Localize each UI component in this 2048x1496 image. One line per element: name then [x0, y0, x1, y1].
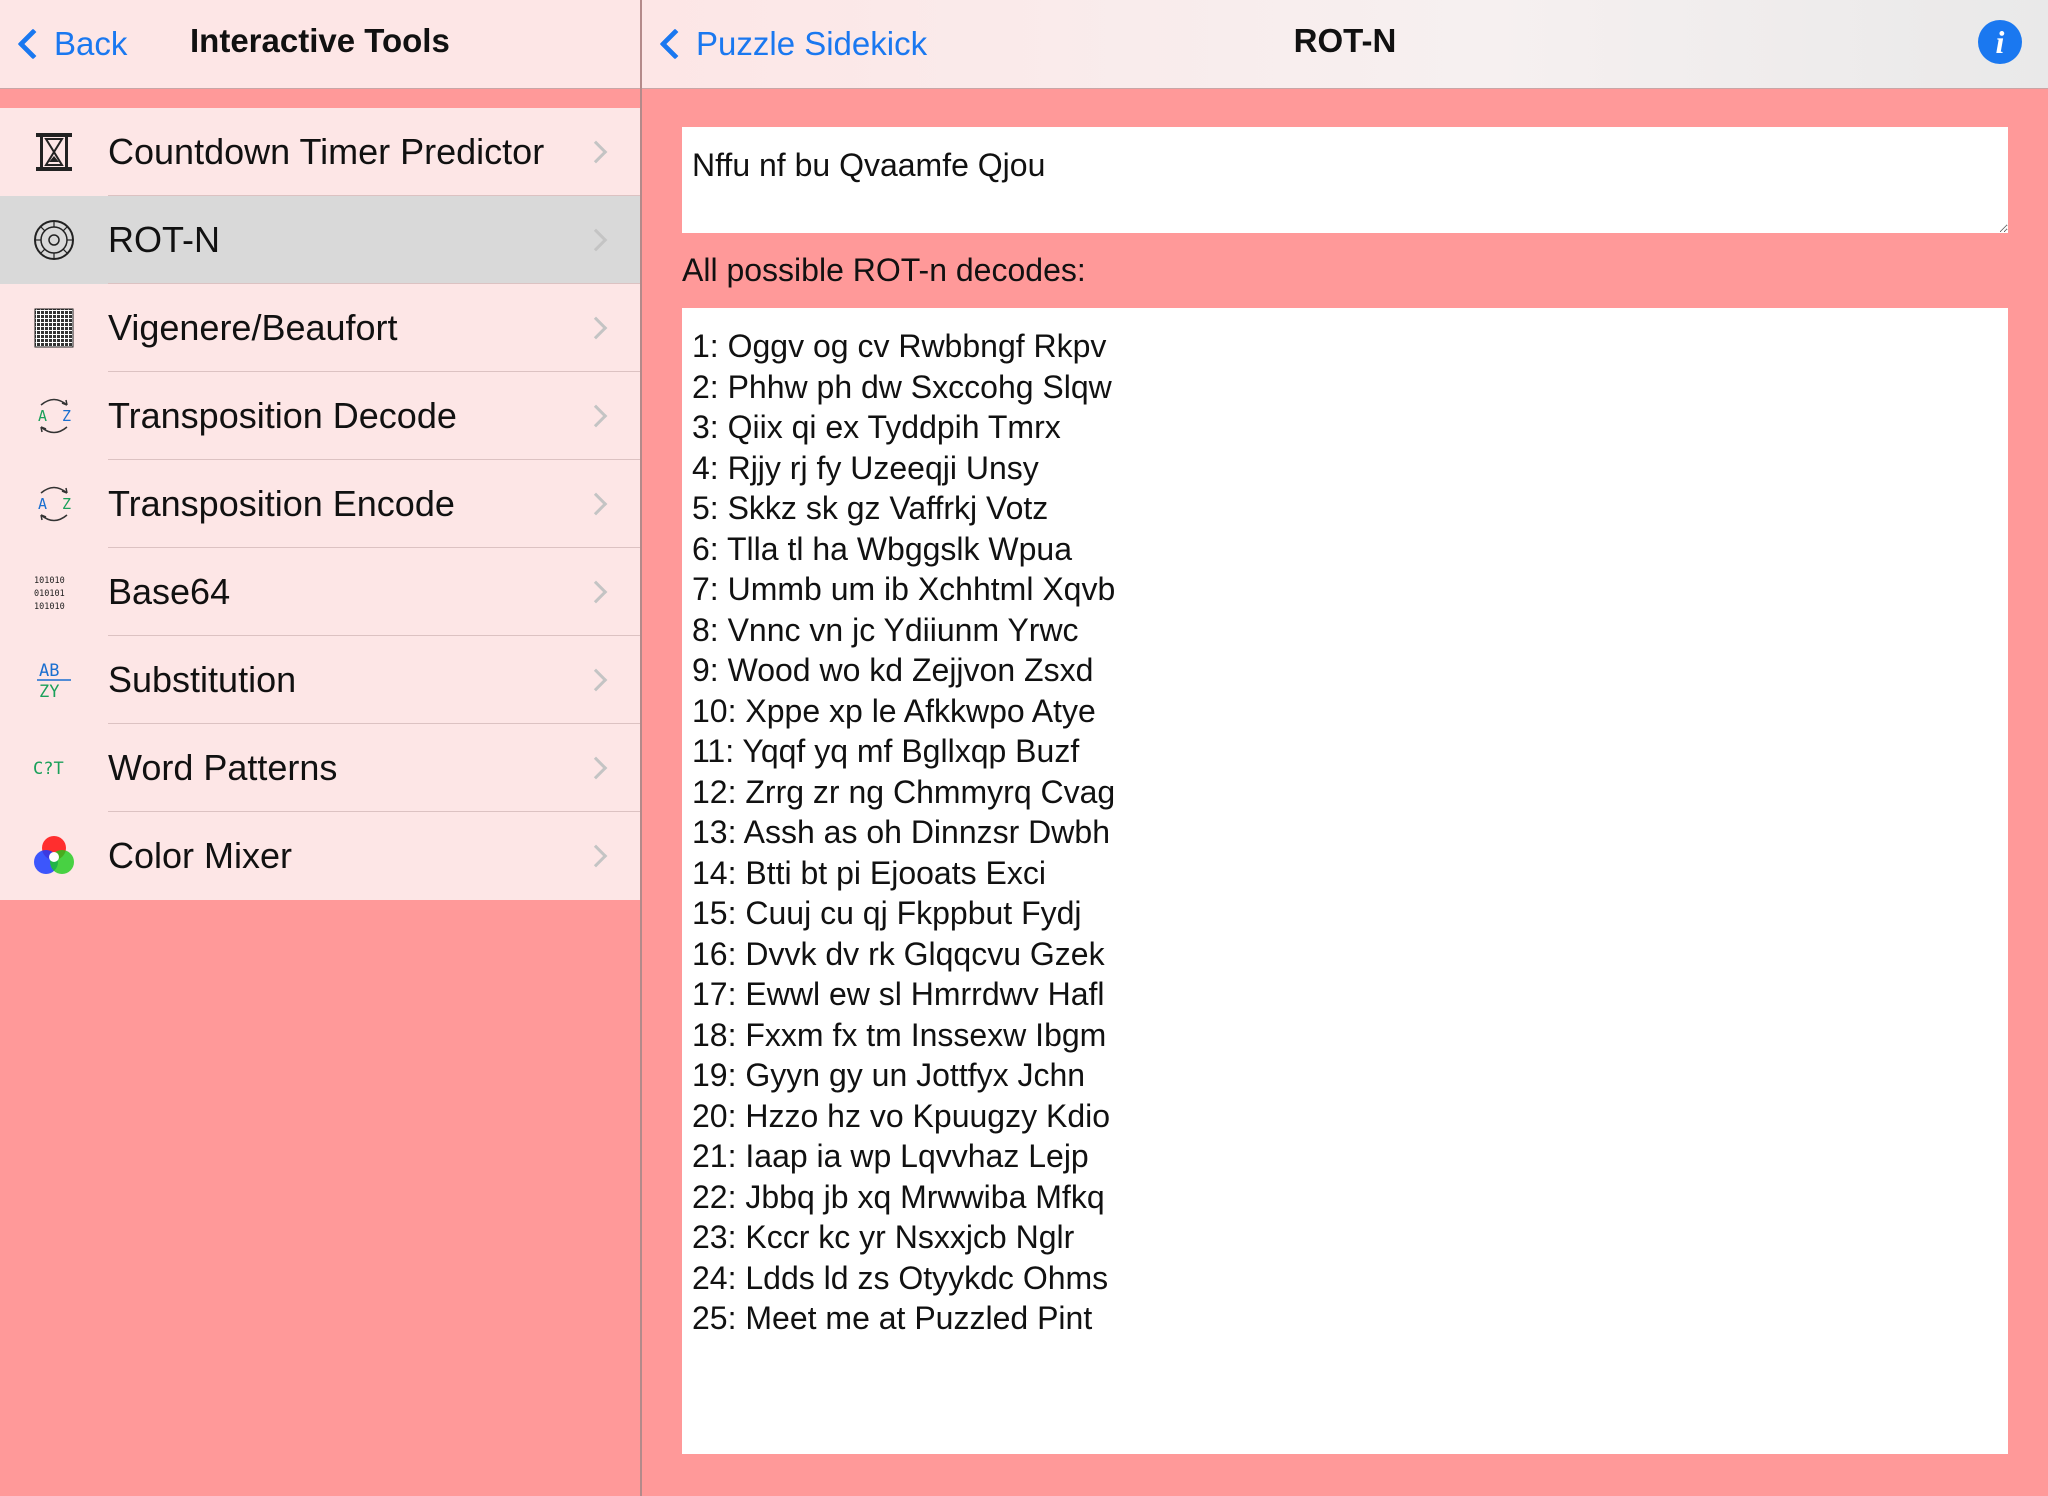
- result-line: 3: Qiix qi ex Tyddpih Tmrx: [692, 409, 1061, 445]
- page-title: ROT-N: [1293, 22, 1397, 59]
- back-button[interactable]: Back: [14, 20, 127, 68]
- chevron-right-icon: [584, 404, 608, 428]
- result-line: 13: Assh as oh Dinnzsr Dwbh: [692, 814, 1110, 850]
- result-line: 16: Dvvk dv rk Glqqcvu Gzek: [692, 935, 1105, 972]
- results-label: All possible ROT-n decodes:: [682, 252, 1086, 288]
- result-line: 14: Btti bt pi Ejooats Exci: [692, 854, 1046, 891]
- result-line: 18: Fxxm fx tm Inssexw Ibgm: [692, 1016, 1107, 1053]
- svg-text:ZY: ZY: [39, 682, 59, 702]
- chevron-right-icon: [584, 844, 608, 868]
- binary-icon: 101010 010101 101010: [30, 568, 78, 616]
- hourglass-icon: [30, 128, 78, 176]
- chevron-right-icon: [584, 316, 608, 340]
- back-button-label: Back: [54, 25, 128, 62]
- list-item-transposition-encode[interactable]: A Z Transposition Encode: [0, 460, 640, 548]
- svg-text:AB: AB: [39, 661, 59, 681]
- list-item-label: Countdown Timer Predictor: [108, 131, 545, 172]
- chevron-left-icon: [17, 28, 49, 60]
- substitution-icon: AB ZY: [30, 656, 78, 704]
- result-line: 20: Hzzo hz vo Kpuugzy Kdio: [692, 1097, 1111, 1134]
- result-line: 22: Jbbq jb xq Mrwwiba Mfkq: [692, 1178, 1105, 1215]
- list-item-countdown-timer-predictor[interactable]: Countdown Timer Predictor: [0, 108, 640, 196]
- result-line: 1: Oggv og cv Rwbbngf Rkpv: [692, 328, 1107, 364]
- list-item-label: Word Patterns: [108, 747, 338, 788]
- list-item-base64[interactable]: 101010 010101 101010 Base64: [0, 548, 640, 636]
- chevron-right-icon: [584, 492, 608, 516]
- result-line: 17: Ewwl ew sl Hmrrdwv Hafl: [692, 976, 1105, 1012]
- swap-az-icon: A Z: [30, 480, 78, 528]
- svg-text:A: A: [38, 495, 47, 513]
- dial-icon: [30, 216, 78, 264]
- results-text-area[interactable]: 1: Oggv og cv Rwbbngf Rkpv 2: Phhw ph dw…: [682, 308, 2008, 1454]
- list-item-label: Vigenere/Beaufort: [108, 307, 398, 348]
- result-line: 23: Kccr kc yr Nsxxjcb Nglr: [692, 1219, 1075, 1255]
- color-wheel-icon: [30, 832, 78, 880]
- tools-list: Countdown Timer Predictor ROT-N Vigenere…: [0, 108, 640, 900]
- list-item-label: Base64: [108, 571, 231, 612]
- svg-text:C?T: C?T: [33, 759, 64, 779]
- chevron-right-icon: [584, 580, 608, 604]
- grid-icon: [30, 304, 78, 352]
- svg-text:010101: 010101: [34, 589, 65, 599]
- detail-pane: Puzzle Sidekick ROT-N i Nffu nf bu Qvaam…: [642, 0, 2048, 1496]
- list-item-label: Transposition Encode: [108, 483, 455, 524]
- svg-text:101010: 101010: [34, 602, 65, 612]
- svg-text:Z: Z: [62, 407, 71, 425]
- list-item-label: Substitution: [108, 659, 297, 700]
- word-pattern-icon: C?T: [30, 744, 78, 792]
- list-item-word-patterns[interactable]: C?T Word Patterns: [0, 724, 640, 812]
- svg-text:101010: 101010: [34, 576, 65, 586]
- chevron-right-icon: [584, 140, 608, 164]
- list-item-transposition-decode[interactable]: A Z Transposition Decode: [0, 372, 640, 460]
- result-line: 4: Rjjy rj fy Uzeeqji Unsy: [692, 449, 1039, 486]
- result-line: 19: Gyyn gy un Jottfyx Jchn: [692, 1057, 1086, 1093]
- result-line: 24: Ldds ld zs Otyykdc Ohms: [692, 1259, 1109, 1296]
- result-line: 11: Yqqf yq mf Bgllxqp Buzf: [692, 733, 1080, 769]
- list-item-substitution[interactable]: AB ZY Substitution: [0, 636, 640, 724]
- master-pane: Back Interactive Tools Countdown Timer P…: [0, 0, 640, 1496]
- result-line: 7: Ummb um ib Xchhtml Xqvb: [692, 571, 1116, 607]
- chevron-right-icon: [584, 228, 608, 252]
- result-line: 5: Skkz sk gz Vaffrkj Votz: [692, 490, 1049, 526]
- swap-az-icon: A Z: [30, 392, 78, 440]
- list-item-label: ROT-N: [108, 219, 220, 260]
- chevron-right-icon: [584, 756, 608, 780]
- svg-text:Z: Z: [62, 495, 71, 513]
- result-line: 9: Wood wo kd Zejjvon Zsxd: [692, 652, 1094, 688]
- result-line: 25: Meet me at Puzzled Pint: [692, 1300, 1093, 1336]
- result-line: 8: Vnnc vn jc Ydiiunm Yrwc: [692, 611, 1079, 648]
- result-line: 2: Phhw ph dw Sxccohg Slqw: [692, 368, 1112, 405]
- master-title: Interactive Tools: [190, 22, 450, 59]
- svg-text:A: A: [38, 407, 47, 425]
- info-icon[interactable]: i: [1978, 20, 2022, 64]
- list-item-label: Color Mixer: [108, 835, 293, 876]
- result-line: 21: Iaap ia wp Lqvvhaz Lejp: [692, 1138, 1089, 1174]
- list-item-vigenere-beaufort[interactable]: Vigenere/Beaufort: [0, 284, 640, 372]
- ciphertext-input[interactable]: Nffu nf bu Qvaamfe Qjou: [682, 127, 2008, 233]
- chevron-right-icon: [584, 668, 608, 692]
- result-line: 6: Tlla tl ha Wbggslk Wpua: [692, 530, 1073, 567]
- list-item-rot-n[interactable]: ROT-N: [0, 196, 640, 284]
- detail-nav-bar: Puzzle Sidekick ROT-N i: [642, 0, 2048, 89]
- result-line: 12: Zrrg zr ng Chmmyrq Cvag: [692, 773, 1116, 810]
- master-nav-bar: Back Interactive Tools: [0, 0, 640, 89]
- result-line: 15: Cuuj cu qj Fkppbut Fydj: [692, 895, 1082, 931]
- list-item-label: Transposition Decode: [108, 395, 457, 436]
- list-item-color-mixer[interactable]: Color Mixer: [0, 812, 640, 900]
- result-line: 10: Xppe xp le Afkkwpo Atye: [692, 692, 1096, 729]
